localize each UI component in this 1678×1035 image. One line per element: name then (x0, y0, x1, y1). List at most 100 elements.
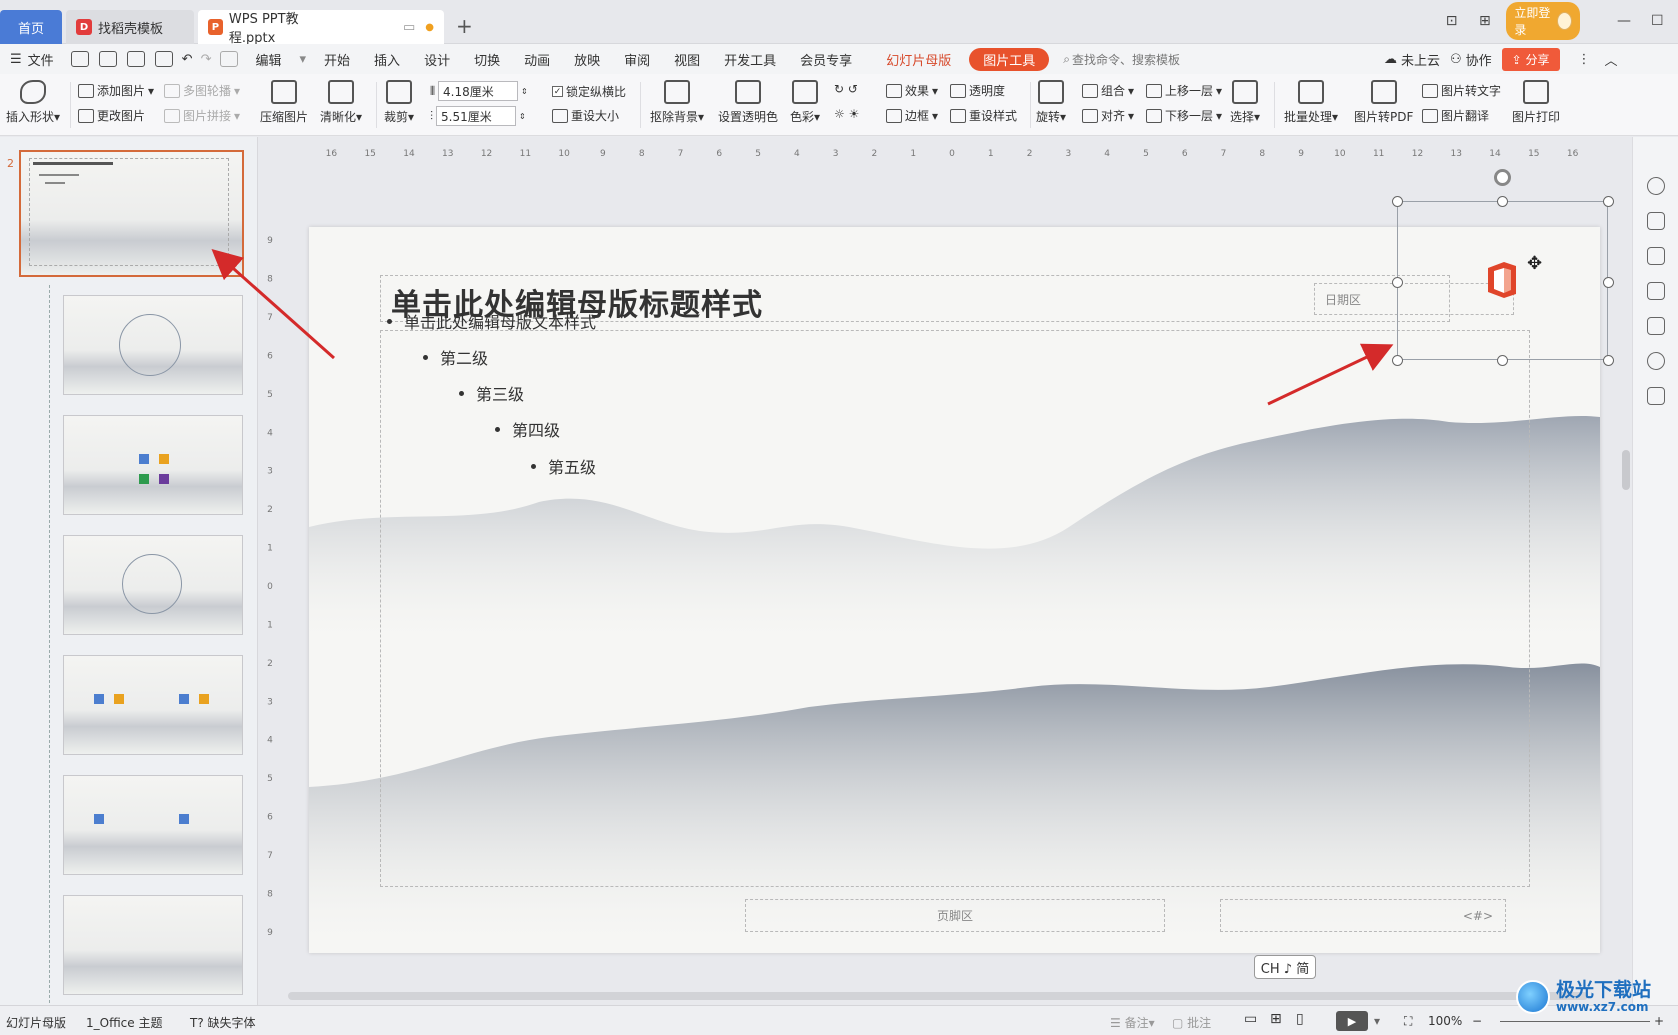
align-button[interactable]: 对齐 ▾ (1082, 107, 1134, 124)
collapse-icon[interactable]: ︿ (1591, 50, 1624, 69)
scroll-thumb[interactable] (1622, 450, 1630, 490)
resize-handle[interactable] (1392, 196, 1403, 207)
new-tab-plus-icon[interactable]: + (456, 14, 473, 38)
compass-icon[interactable] (1647, 352, 1665, 370)
send-backward-button[interactable]: 下移一层 ▾ (1146, 107, 1222, 124)
to-pdf-button[interactable]: 图片转PDF (1354, 80, 1413, 125)
chevron-down-icon[interactable]: ▾ (1374, 1014, 1380, 1028)
change-picture-button[interactable]: 更改图片 (78, 107, 145, 124)
star-icon[interactable] (1647, 247, 1665, 265)
brightness-icon[interactable]: ☼ ☀ (834, 107, 859, 121)
group-button[interactable]: 组合 ▾ (1082, 82, 1134, 99)
select-button[interactable]: 选择▾ (1230, 80, 1260, 125)
width-input[interactable]: 4.18厘米 (438, 81, 519, 101)
notes-button[interactable]: ☰ 备注▾ (1110, 1014, 1155, 1031)
preview-icon[interactable] (154, 51, 173, 67)
batch-button[interactable]: 批量处理▾ (1284, 80, 1338, 125)
bullet-level-5[interactable]: 第五级 (531, 454, 596, 478)
layout-thumbnail[interactable] (63, 535, 243, 635)
bring-forward-button[interactable]: 上移一层 ▾ (1146, 82, 1222, 99)
collab-button[interactable]: 协作 (1466, 50, 1502, 69)
sliders-icon[interactable] (1647, 212, 1665, 230)
picture-collage-button[interactable]: 图片拼接 ▾ (164, 107, 240, 124)
reset-size-button[interactable]: 重设大小 (552, 107, 619, 124)
play-button[interactable]: ▶ (1336, 1011, 1368, 1031)
menu-developer[interactable]: 开发工具 (712, 50, 788, 69)
layout-thumbnail[interactable] (63, 895, 243, 995)
menu-view[interactable]: 视图 (662, 50, 712, 69)
horizontal-scrollbar[interactable] (268, 990, 1620, 1002)
selection-box[interactable] (1397, 201, 1608, 360)
zoom-in-icon[interactable]: + (1654, 1014, 1664, 1028)
sharpen-button[interactable]: 清晰化▾ (320, 80, 362, 125)
bullet-level-3[interactable]: 第三级 (459, 381, 524, 405)
undo-icon[interactable]: ↶ (178, 52, 197, 67)
command-search[interactable]: 查找命令、搜索模板 (1070, 51, 1180, 68)
apps-grid-icon[interactable]: ⊞ (1473, 13, 1496, 29)
spinner-icon[interactable]: ⇕ (519, 112, 526, 121)
menu-transition[interactable]: 切换 (462, 50, 512, 69)
tab-document[interactable]: P WPS PPT教程.pptx ▭ ● (198, 10, 444, 46)
border-button[interactable]: 边框 ▾ (886, 107, 938, 124)
layout-icon[interactable]: ⊡ (1440, 13, 1463, 29)
body-placeholder[interactable] (380, 330, 1530, 887)
monitor-icon[interactable]: ▭ (403, 20, 415, 35)
minimize-icon[interactable]: — (1612, 13, 1635, 29)
login-button[interactable]: 立即登录 (1506, 2, 1581, 40)
layout-thumbnail[interactable] (63, 775, 243, 875)
resize-handle[interactable] (1603, 277, 1614, 288)
translate-button[interactable]: 图片翻译 (1422, 107, 1489, 124)
reading-view-icon[interactable]: ▯ (1296, 1011, 1304, 1027)
more-icon[interactable]: ⋮ (1578, 52, 1591, 67)
picture-print-button[interactable]: 图片打印 (1512, 80, 1560, 125)
print-icon[interactable] (126, 51, 145, 67)
color-button[interactable]: 色彩▾ (790, 80, 820, 125)
menu-edit[interactable]: 编辑 (243, 50, 293, 69)
chevron-down-icon[interactable]: ▾ (294, 52, 313, 67)
zoom-level[interactable]: 100% (1428, 1014, 1462, 1028)
resize-handle[interactable] (1603, 355, 1614, 366)
footer-placeholder[interactable]: 页脚区 (745, 899, 1165, 932)
status-theme[interactable]: 1_Office 主题 (86, 1014, 162, 1031)
menu-start[interactable]: 开始 (312, 50, 362, 69)
resize-handle[interactable] (1392, 277, 1403, 288)
maximize-icon[interactable]: ☐ (1646, 13, 1669, 29)
menu-slideshow[interactable]: 放映 (562, 50, 612, 69)
lock-ratio-checkbox[interactable]: ✓ 锁定纵横比 (552, 83, 626, 100)
height-input[interactable]: 5.51厘米 (436, 106, 517, 126)
book-icon[interactable] (1647, 387, 1665, 405)
menu-member[interactable]: 会员专享 (788, 50, 864, 69)
layout-thumbnail[interactable] (63, 295, 243, 395)
normal-view-icon[interactable]: ▭ (1244, 1011, 1257, 1027)
remove-bg-button[interactable]: 抠除背景▾ (650, 80, 704, 125)
horizontal-ruler[interactable]: 16 15 14 13 12 11 10 9 8 7 6 5 4 3 2 1 0 1 2 3 4 5 6 7 8 9 10 11 12 1… (312, 145, 1592, 159)
menu-review[interactable]: 审阅 (612, 50, 662, 69)
slides-icon[interactable] (1647, 282, 1665, 300)
brightness-up-icon[interactable]: ↻ ↺ (834, 82, 858, 96)
format-painter-icon[interactable] (220, 51, 239, 67)
crop-button[interactable]: 裁剪▾ (384, 80, 414, 125)
tab-home[interactable]: 首页 (0, 10, 62, 44)
spinner-icon[interactable]: ⇕ (521, 87, 528, 96)
fit-icon[interactable]: ⛶ (1404, 1014, 1412, 1029)
resize-handle[interactable] (1392, 355, 1403, 366)
add-picture-button[interactable]: 添加图片 ▾ (78, 82, 154, 99)
bullet-level-4[interactable]: 第四级 (495, 417, 560, 441)
missing-font-button[interactable]: T? 缺失字体 (190, 1014, 256, 1031)
rotate-button[interactable]: 旋转▾ (1036, 80, 1066, 125)
menu-insert[interactable]: 插入 (362, 50, 412, 69)
bullet-level-1[interactable]: 单击此处编辑母版文本样式 (387, 309, 596, 333)
to-text-button[interactable]: 图片转文字 (1422, 82, 1501, 99)
resize-handle[interactable] (1603, 196, 1614, 207)
transparency-button[interactable]: 透明度 (950, 82, 1005, 99)
redo-icon[interactable]: ↷ (197, 52, 216, 67)
resize-handle[interactable] (1497, 355, 1508, 366)
reset-style-button[interactable]: 重设样式 (950, 107, 1017, 124)
ime-indicator[interactable]: CH ♪ 简 (1254, 955, 1316, 979)
rocket-icon[interactable] (1647, 177, 1665, 195)
vertical-ruler[interactable]: 9 8 7 6 5 4 3 2 1 0 1 2 3 4 5 6 7 8 9 (264, 224, 276, 954)
slide-number-placeholder[interactable]: <#> (1220, 899, 1506, 932)
menu-picture-tools[interactable]: 图片工具 (969, 47, 1050, 71)
menu-design[interactable]: 设计 (412, 50, 462, 69)
picture-icon[interactable] (1647, 317, 1665, 335)
